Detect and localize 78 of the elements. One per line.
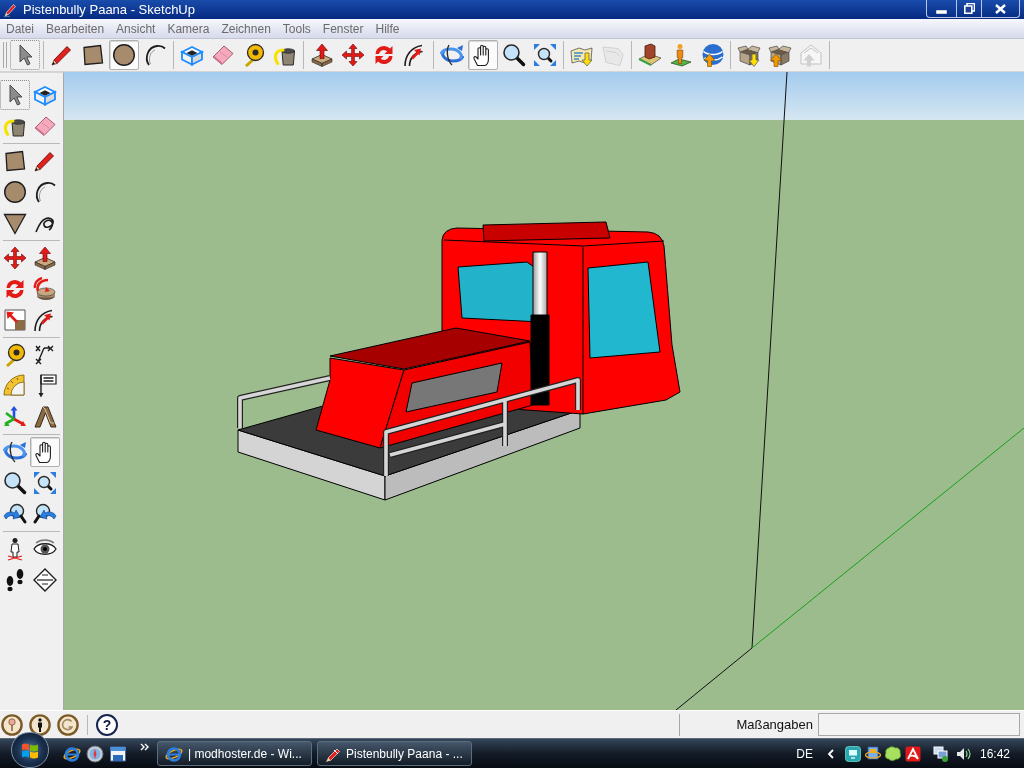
orbit-window-icon[interactable] [864,745,881,762]
menu-item[interactable]: Ansicht [116,22,156,35]
menu-item[interactable]: Zeichnen [221,22,271,35]
push-pull-icon [33,246,57,270]
push-pull-icon [310,43,334,67]
clock[interactable]: 16:42 [979,744,1010,763]
magnifier-back-arrow-icon [3,502,27,526]
globe-upload-icon [700,43,724,67]
compass-icon[interactable] [86,744,104,763]
terrain-icon [601,43,625,67]
tape-measure-icon [3,343,27,367]
network-computers-icon[interactable] [932,745,949,762]
pan-tool-button[interactable] [468,40,498,70]
box-upload-icon [768,43,792,67]
pan-tool-button[interactable] [30,437,60,467]
language-indicator[interactable]: DE [796,744,813,763]
start-button[interactable] [11,732,49,768]
cloud-bubble-icon[interactable] [884,745,901,762]
scale-icon [3,308,27,332]
letter-medallion-icon[interactable] [57,713,79,736]
modeling-viewport[interactable] [64,72,1024,710]
pencil-icon [50,43,74,67]
eraser-icon [211,43,235,67]
person-medallion-icon[interactable] [29,713,51,736]
menu-item[interactable]: Bearbeiten [46,22,105,35]
restore-icon [963,3,975,14]
person-pin-icon [669,43,693,67]
browser-icon[interactable] [63,744,81,763]
circle-tool-button[interactable] [109,40,139,70]
taskbar-window-button[interactable]: Pistenbully Paana - ... [317,741,472,766]
box-download-icon [737,43,761,67]
zoom-extents-icon [533,43,557,67]
browser-icon [165,744,183,763]
swoosh-tile-icon[interactable] [904,745,921,762]
section-plane-icon [33,568,57,592]
building-icon [638,43,662,67]
eraser-icon [33,114,57,138]
window-title: Pistenbully Paana - SketchUp [23,3,195,16]
move-arrows-icon [3,246,27,270]
house-icon [799,43,823,67]
magnifier-forward-arrow-icon [33,502,57,526]
monitor-icon[interactable] [844,745,861,762]
pin-medallion-icon[interactable] [1,713,23,736]
axes-icon [3,405,27,429]
window-icon[interactable] [109,744,127,763]
menu-item[interactable]: Hilfe [375,22,400,35]
help-button[interactable]: ? [96,713,118,736]
cube-icon [33,83,57,107]
menu-item[interactable]: Kamera [167,22,210,35]
double-chevron-icon[interactable] [140,743,149,751]
menu-item[interactable]: Datei [6,22,34,35]
follow-me-icon [33,277,57,301]
minimize-icon [936,9,947,14]
close-icon [995,3,1006,14]
circle-icon [3,180,27,204]
zoom-extents-icon [33,471,57,495]
magnifier-icon [502,43,526,67]
circle-icon [112,43,136,67]
magnifier-icon [3,471,27,495]
tape-measure-icon [242,43,266,67]
measurements-field[interactable] [818,713,1020,736]
menu-item[interactable]: Fenster [322,22,364,35]
chevron-left-icon[interactable] [826,748,835,759]
triangle-icon [3,211,27,235]
menu-item[interactable]: Tools [282,22,311,35]
3d-letter-icon [33,405,57,429]
orbit-icon [3,440,27,464]
pencil-app-icon [3,2,17,17]
arc-icon [143,43,167,67]
pencil-icon [33,149,57,173]
protractor-icon [3,374,27,398]
orbit-icon [440,43,464,67]
arc-icon [33,180,57,204]
flag-icon [21,741,39,759]
cube-icon [180,43,204,67]
taskbar-window-button[interactable]: | modhoster.de - Wi... [157,741,312,766]
measurements-label: Maßangaben [736,715,813,734]
move-arrows-icon [341,43,365,67]
